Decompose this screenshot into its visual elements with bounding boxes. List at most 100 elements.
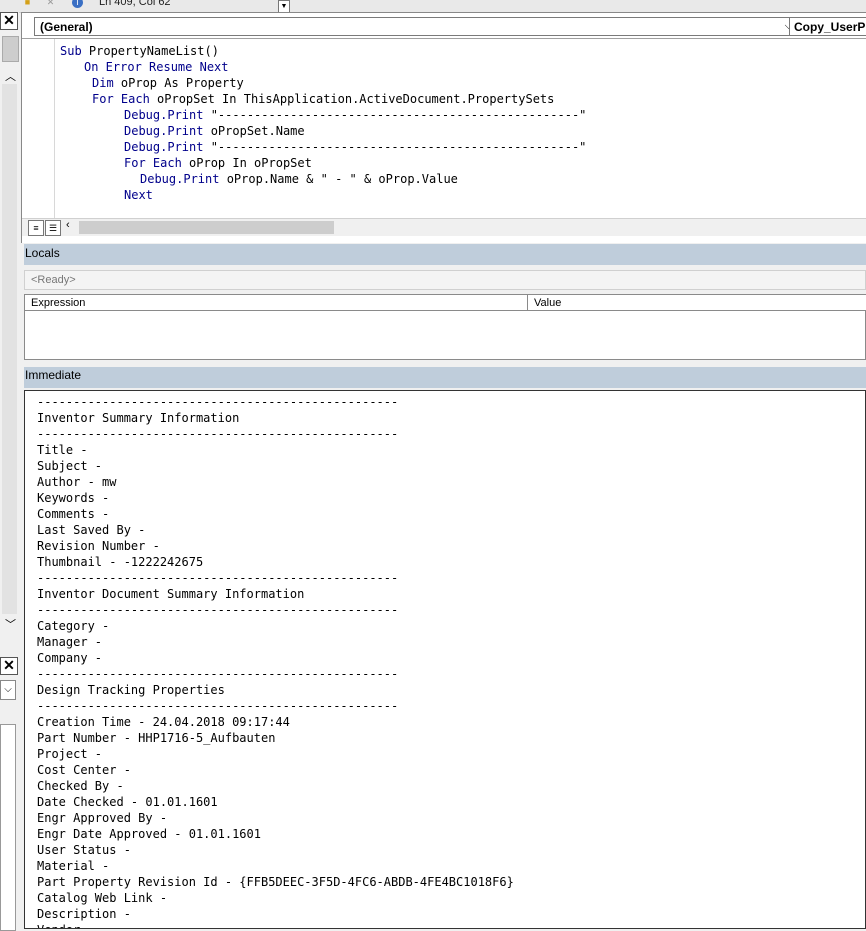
immediate-line: Part Property Revision Id - {FFB5DEEC-3F… — [37, 875, 514, 889]
code-text: oPropSet.Name — [203, 124, 305, 138]
scroll-left-icon[interactable]: ‹ — [66, 219, 70, 231]
immediate-line: Comments - — [37, 507, 110, 521]
code-keyword: Debug.Print — [124, 140, 204, 154]
immediate-output: ----------------------------------------… — [37, 394, 514, 928]
code-text: "---------------------------------------… — [203, 140, 587, 154]
immediate-line: Subject - — [37, 459, 103, 473]
dropdown-chevron-icon[interactable]: ⌵ — [0, 680, 16, 700]
close-icon: ✕ — [3, 12, 15, 28]
immediate-line: Keywords - — [37, 491, 110, 505]
immediate-line: Engr Approved By - — [37, 811, 168, 825]
immediate-line: ----------------------------------------… — [37, 395, 399, 409]
locals-status-text: <Ready> — [31, 274, 76, 286]
code-keyword: Next — [124, 188, 153, 202]
immediate-line: Description - — [37, 907, 131, 921]
full-module-view-icon[interactable]: ☰ — [45, 220, 61, 236]
code-keyword: Sub — [60, 44, 82, 58]
code-line[interactable]: Debug.Print "---------------------------… — [124, 107, 586, 123]
folder-icon: ■ — [24, 0, 31, 7]
procedure-view-icon[interactable]: ≡ — [28, 220, 44, 236]
code-line[interactable]: On Error Resume Next — [84, 59, 229, 75]
code-keyword: Dim — [92, 76, 114, 90]
margin-indicator-bar[interactable] — [22, 39, 55, 219]
immediate-line: ----------------------------------------… — [37, 427, 399, 441]
immediate-line: ----------------------------------------… — [37, 699, 399, 713]
chevron-down-icon[interactable]: ﹀ — [5, 616, 16, 632]
procedure-dropdown-value: Copy_UserPr — [794, 20, 866, 34]
info-icon: i — [72, 0, 83, 8]
immediate-window[interactable]: ----------------------------------------… — [24, 390, 866, 929]
code-line[interactable]: For Each oProp In oPropSet — [124, 155, 312, 171]
code-text: "---------------------------------------… — [203, 108, 587, 122]
locals-context-bar: <Ready> — [24, 270, 866, 290]
immediate-line: Vendor — [37, 922, 514, 928]
code-keyword: Debug.Print — [140, 172, 220, 186]
immediate-line: ----------------------------------------… — [37, 667, 399, 681]
code-line[interactable]: Dim oProp As Property — [92, 75, 244, 91]
code-editor[interactable]: Sub PropertyNameList() On Error Resume Ne… — [22, 38, 866, 219]
close-pane-button[interactable]: ✕ — [0, 12, 18, 30]
code-window: (General) ⌵ Copy_UserPr Sub PropertyName… — [21, 12, 866, 243]
locals-grid[interactable]: Expression Value — [24, 294, 866, 360]
code-keyword: On Error Resume Next — [84, 60, 229, 74]
immediate-line: Checked By - — [37, 779, 124, 793]
code-line[interactable]: Sub PropertyNameList() — [60, 43, 219, 59]
immediate-line: Creation Time - 24.04.2018 09:17:44 — [37, 715, 290, 729]
object-dropdown[interactable]: (General) ⌵ — [34, 17, 798, 36]
code-text: oPropSet In ThisApplication.ActiveDocume… — [149, 92, 555, 106]
code-line[interactable]: Debug.Print "---------------------------… — [124, 139, 586, 155]
code-line[interactable]: Debug.Print oPropSet.Name — [124, 123, 305, 139]
immediate-line: Company - — [37, 651, 103, 665]
immediate-line: Last Saved By - — [37, 523, 146, 537]
immediate-line: ----------------------------------------… — [37, 571, 399, 585]
immediate-line: Title - — [37, 443, 88, 457]
code-text: oProp As Property — [113, 76, 244, 90]
column-header-value[interactable]: Value — [528, 295, 866, 311]
object-dropdown-value: (General) — [40, 20, 93, 34]
code-text: oProp.Name & " - " & oProp.Value — [219, 172, 458, 186]
immediate-line: Author - mw — [37, 475, 117, 489]
immediate-line: Engr Date Approved - 01.01.1601 — [37, 827, 261, 841]
immediate-line: Inventor Summary Information — [37, 411, 240, 425]
code-keyword: For Each — [124, 156, 182, 170]
code-line[interactable]: Debug.Print oProp.Name & " - " & oProp.V… — [140, 171, 458, 187]
immediate-line: Project - — [37, 747, 103, 761]
immediate-line: ----------------------------------------… — [37, 603, 399, 617]
immediate-line: Thumbnail - -1222242675 — [37, 555, 204, 569]
immediate-line: User Status - — [37, 843, 131, 857]
immediate-line: Category - — [37, 619, 110, 633]
close-icon: ✕ — [46, 0, 55, 7]
immediate-line: Catalog Web Link - — [37, 891, 168, 905]
code-line[interactable]: Next — [124, 187, 153, 203]
procedure-dropdown[interactable]: Copy_UserPr — [789, 17, 866, 36]
immediate-line: Material - — [37, 859, 110, 873]
locals-title: Locals — [25, 246, 60, 260]
close-pane-button-2[interactable]: ✕ — [0, 657, 18, 675]
locals-title-bar[interactable]: Locals — [24, 244, 866, 265]
code-keyword: Debug.Print — [124, 108, 204, 122]
code-line[interactable]: For Each oPropSet In ThisApplication.Act… — [92, 91, 554, 107]
code-text: PropertyNameList() — [81, 44, 219, 58]
immediate-title-bar[interactable]: Immediate — [24, 367, 866, 388]
immediate-line: Design Tracking Properties — [37, 683, 225, 697]
pane-scrollbar[interactable] — [2, 84, 17, 614]
immediate-line: Inventor Document Summary Information — [37, 587, 305, 601]
horizontal-scroll-thumb[interactable] — [79, 221, 334, 234]
pane-scroll-thumb[interactable] — [2, 36, 19, 62]
cursor-position-text: Ln 409, Col 62 — [99, 0, 171, 8]
immediate-line: Cost Center - — [37, 763, 131, 777]
properties-list-box[interactable] — [0, 724, 16, 931]
immediate-title: Immediate — [25, 368, 82, 382]
left-panes-strip: ✕ ︿ ﹀ ✕ ⌵ — [0, 12, 19, 931]
close-icon: ✕ — [3, 657, 15, 673]
code-text: oProp In oPropSet — [181, 156, 312, 170]
immediate-line: Part Number - HHP1716-5_Aufbauten — [37, 731, 276, 745]
code-keyword: Debug.Print — [124, 124, 204, 138]
column-header-expression[interactable]: Expression — [25, 295, 528, 311]
chevron-up-icon[interactable]: ︿ — [5, 68, 16, 84]
code-keyword: For Each — [92, 92, 150, 106]
immediate-line: Revision Number - — [37, 539, 160, 553]
immediate-line: Date Checked - 01.01.1601 — [37, 795, 218, 809]
code-horizontal-scrollbar[interactable]: ≡ ☰ ‹ — [22, 218, 866, 236]
immediate-line: Manager - — [37, 635, 103, 649]
